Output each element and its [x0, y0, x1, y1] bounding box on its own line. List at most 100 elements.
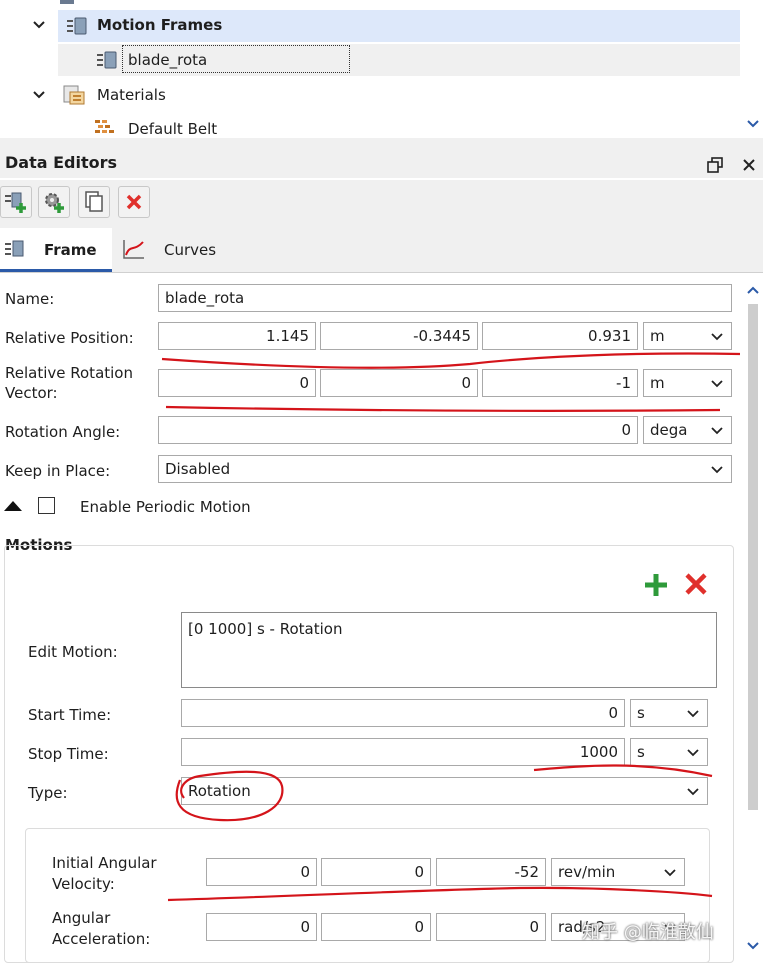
angular-acceleration-y-input[interactable]: 0 [321, 913, 431, 941]
motion-frames-icon [67, 17, 87, 35]
belt-material-icon [95, 120, 114, 133]
angular-velocity-z-input[interactable]: -52 [436, 858, 546, 886]
materials-icon [63, 85, 85, 105]
add-frame-icon [5, 192, 26, 213]
tree-label-motion-frames: Motion Frames [97, 16, 223, 34]
annotation-underline-position [161, 352, 741, 369]
start-time-unit-value: s [637, 704, 645, 722]
watermark-text: 知乎 @临淮散仙 [582, 922, 714, 943]
add-gear-button[interactable] [38, 186, 70, 218]
edit-motion-listbox[interactable]: [0 1000] s - Rotation [181, 612, 717, 688]
rotation-vector-z-value: -1 [616, 374, 631, 392]
stop-time-input[interactable]: 1000 [181, 738, 625, 766]
relative-position-x-input[interactable]: 1.145 [158, 322, 316, 350]
chevron-down-icon [711, 380, 723, 388]
tab-curves-label: Curves [164, 241, 217, 259]
start-time-input[interactable]: 0 [181, 699, 625, 727]
tree-label-blade-rota: blade_rota [128, 51, 208, 69]
relative-position-y-value: -0.3445 [413, 327, 471, 345]
angular-velocity-unit-value: rev/min [558, 863, 616, 881]
stop-time-unit-select[interactable]: s [630, 738, 708, 766]
rotation-vector-x-input[interactable]: 0 [158, 369, 316, 397]
keep-in-place-label: Keep in Place: [5, 462, 111, 480]
tree-label-default-belt[interactable]: Default Belt [128, 120, 217, 138]
rotation-vector-y-value: 0 [461, 374, 471, 392]
relative-position-z-input[interactable]: 0.931 [482, 322, 638, 350]
motion-type-select[interactable]: Rotation [181, 777, 708, 805]
keep-in-place-value: Disabled [165, 460, 231, 478]
rotation-vector-label-line1: Relative Rotation [5, 364, 133, 382]
rotation-vector-y-input[interactable]: 0 [320, 369, 478, 397]
add-frame-button[interactable] [0, 186, 32, 218]
rotation-vector-x-value: 0 [299, 374, 309, 392]
gear-add-icon [45, 193, 64, 213]
angular-acceleration-x-value: 0 [300, 918, 310, 936]
angular-acceleration-z-input[interactable]: 0 [436, 913, 546, 941]
rotation-angle-unit-select[interactable]: dega [643, 416, 732, 444]
motion-list-item[interactable]: [0 1000] s - Rotation [188, 620, 342, 638]
rotation-vector-unit-value: m [650, 374, 665, 392]
frame-tab-icon [5, 240, 24, 257]
collapse-triangle-icon[interactable] [3, 499, 23, 513]
relative-position-unit-select[interactable]: m [643, 322, 732, 350]
tab-frame[interactable]: Frame [0, 228, 112, 272]
rotation-angle-input[interactable]: 0 [158, 416, 638, 444]
tree-label-materials[interactable]: Materials [97, 86, 166, 104]
motion-type-value: Rotation [188, 782, 251, 800]
periodic-motion-checkbox[interactable] [38, 497, 55, 514]
copy-icon [85, 191, 103, 212]
angular-acceleration-label-line1: Angular [52, 909, 111, 927]
name-input[interactable]: blade_rota [158, 284, 732, 312]
stop-time-label: Stop Time: [28, 745, 109, 763]
expand-chevron-icon[interactable] [32, 89, 46, 101]
keep-in-place-select[interactable]: Disabled [158, 455, 732, 483]
delete-motion-icon[interactable] [684, 572, 708, 596]
angular-acceleration-x-input[interactable]: 0 [206, 913, 317, 941]
close-icon[interactable] [741, 157, 757, 173]
scroll-down-icon[interactable] [746, 118, 760, 130]
delete-icon [126, 194, 142, 210]
start-time-unit-select[interactable]: s [630, 699, 708, 727]
angular-velocity-x-value: 0 [300, 863, 310, 881]
tab-curves[interactable]: Curves [112, 228, 238, 272]
type-label: Type: [28, 784, 68, 802]
copy-button[interactable] [78, 186, 110, 218]
chevron-down-icon [711, 333, 723, 341]
chevron-down-icon [687, 749, 699, 757]
scroll-down-icon[interactable] [746, 940, 760, 952]
motion-frame-icon [97, 51, 117, 69]
angular-velocity-x-input[interactable]: 0 [206, 858, 317, 886]
angular-velocity-unit-select[interactable]: rev/min [551, 858, 685, 886]
rotation-angle-unit-value: dega [650, 421, 688, 439]
toolbar [0, 180, 763, 226]
chevron-down-icon [687, 788, 699, 796]
angular-velocity-y-input[interactable]: 0 [321, 858, 431, 886]
relative-position-z-value: 0.931 [588, 327, 631, 345]
stop-time-unit-value: s [637, 743, 645, 761]
scroll-up-icon[interactable] [746, 284, 760, 296]
chevron-down-icon [711, 427, 723, 435]
rotation-vector-z-input[interactable]: -1 [482, 369, 638, 397]
relative-position-y-input[interactable]: -0.3445 [320, 322, 478, 350]
panel-title: Data Editors [5, 153, 118, 172]
scrollbar-thumb[interactable] [748, 304, 758, 810]
angular-velocity-y-value: 0 [414, 863, 424, 881]
relative-position-label: Relative Position: [5, 329, 134, 347]
annotation-underline-rotation-vector [165, 405, 721, 412]
angular-velocity-z-value: -52 [514, 863, 540, 881]
chevron-down-icon [664, 869, 676, 877]
angular-velocity-label-line1: Initial Angular [52, 854, 157, 872]
start-time-label: Start Time: [28, 706, 112, 724]
start-time-value: 0 [608, 704, 618, 722]
chevron-down-icon [711, 466, 723, 474]
angular-acceleration-z-value: 0 [529, 918, 539, 936]
curves-chart-icon [123, 240, 144, 259]
chevron-down-icon [687, 710, 699, 718]
edit-motion-label: Edit Motion: [28, 643, 118, 661]
add-motion-icon[interactable] [643, 572, 669, 598]
name-value: blade_rota [165, 289, 245, 307]
delete-button[interactable] [118, 186, 150, 218]
expand-chevron-icon[interactable] [32, 19, 46, 31]
restore-window-icon[interactable] [707, 157, 723, 173]
rotation-vector-unit-select[interactable]: m [643, 369, 732, 397]
